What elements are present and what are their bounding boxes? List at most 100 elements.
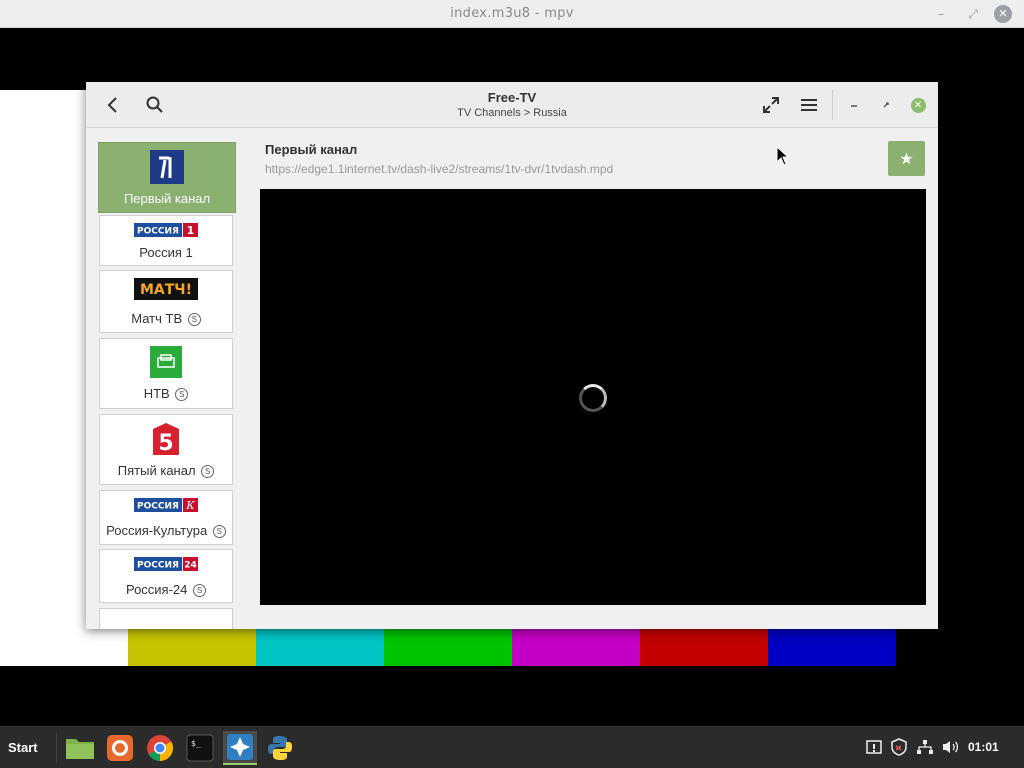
channel-item-rossiya-1[interactable]: РОССИЯ 1 Россия 1 [99,215,233,266]
subscription-badge: S [201,465,215,478]
breadcrumb: TV Channels > Russia [457,107,567,119]
start-button[interactable]: Start [8,740,38,755]
svg-text:1: 1 [187,224,195,237]
pyatyi-kanal-logo-icon: 5 [153,423,179,455]
files-icon [66,739,94,759]
mpv-minimize-button[interactable]: – [932,5,950,23]
close-icon: ✕ [910,97,926,113]
stream-url: https://edge1.1internet.tv/dash-live2/st… [265,162,614,176]
subscription-badge: S [193,584,207,597]
volume-icon[interactable] [942,739,960,755]
fullscreen-icon [763,97,779,113]
notification-icon[interactable] [866,739,882,755]
app-header: Free-TV TV Channels > Russia ✕ [86,82,938,128]
svg-text:РОССИЯ: РОССИЯ [137,561,179,571]
pervyi-kanal-logo-icon [150,150,184,184]
taskbar-separator [56,733,57,763]
test-pattern-bar [128,628,256,666]
channel-item-match-tv[interactable]: МАТЧ! Матч ТВ S [99,270,233,333]
minimize-icon [851,105,857,107]
taskbar-files[interactable] [63,731,97,765]
favorite-button[interactable]: ★ [888,141,925,176]
channel-label: Первый канал [123,191,211,206]
channel-label: Россия-24 [125,582,188,597]
svg-text:РОССИЯ: РОССИЯ [137,227,179,237]
channel-label: НТВ [143,386,170,401]
channel-item-rossiya-kultura[interactable]: РОССИЯ К Россия-Культура S [99,490,233,545]
channel-item-pyatyi[interactable]: 5 Пятый канал S [99,414,233,485]
ntv-logo-icon [150,346,182,378]
test-pattern-bar [640,628,768,666]
firefox-icon [107,735,133,761]
channel-label-wrap: Матч ТВ S [100,311,232,326]
search-icon [146,96,163,113]
svg-text:МАТЧ!: МАТЧ! [140,282,192,298]
shield-icon[interactable] [891,738,907,756]
network-icon[interactable] [916,739,934,755]
menu-button[interactable] [797,93,821,117]
svg-text:5: 5 [158,431,173,455]
channel-label-wrap: Россия-Культура S [100,523,232,538]
test-pattern-bar [768,628,896,666]
test-pattern-bars [128,628,896,666]
close-button[interactable]: ✕ [906,93,930,117]
channel-label-wrap: НТВ S [100,386,232,401]
taskbar: Start $_ 01:01 [0,726,1024,768]
mpv-restore-button[interactable]: ⤢ [964,5,982,23]
taskbar-chrome[interactable] [143,731,177,765]
subscription-badge: S [187,313,201,326]
mpv-close-button[interactable]: ✕ [994,5,1012,23]
channel-item-partial[interactable] [99,608,233,629]
svg-text:24: 24 [184,561,197,571]
channel-label-wrap: Пятый канал S [100,463,232,478]
rossiya-24-logo-icon: РОССИЯ 24 [134,557,198,571]
svg-text:РОССИЯ: РОССИЯ [137,502,179,512]
app-title: Free-TV [487,90,537,105]
mpv-window-title: index.m3u8 - mpv [450,6,574,21]
back-icon [107,97,117,113]
terminal-icon: $_ [186,734,214,762]
channel-item-ntv[interactable]: НТВ S [99,338,233,409]
loading-spinner-icon [579,384,607,412]
taskbar-terminal[interactable]: $_ [183,731,217,765]
channel-title: Первый канал [265,142,358,157]
channel-label: Россия-Культура [106,523,208,538]
channel-item-rossiya-24[interactable]: РОССИЯ 24 Россия-24 S [99,549,233,603]
channel-label-wrap: Россия-24 S [100,582,232,597]
chrome-icon [147,735,174,762]
rossiya-1-logo-icon: РОССИЯ 1 [134,223,198,237]
mouse-cursor-icon [776,146,790,166]
taskbar-python[interactable] [263,731,297,765]
search-button[interactable] [143,93,167,117]
svg-text:$_: $_ [191,739,201,748]
taskbar-free-tv[interactable] [223,731,257,765]
free-tv-icon [227,734,253,760]
subscription-badge: S [175,388,189,401]
test-pattern-bar [384,628,512,666]
test-pattern-bar [256,628,384,666]
video-player[interactable] [260,189,926,605]
restore-icon [883,102,889,108]
back-button[interactable] [101,93,125,117]
menu-icon [801,99,817,111]
header-separator [832,90,833,120]
channel-label: Матч ТВ [131,311,183,326]
rossiya-kultura-logo-icon: РОССИЯ К [134,498,198,512]
channel-label: Пятый канал [117,463,196,478]
fullscreen-button[interactable] [759,93,783,117]
channel-label: Россия 1 [139,245,193,260]
test-pattern-bar [512,628,640,666]
match-tv-logo-icon: МАТЧ! [134,278,198,300]
restore-button[interactable] [874,93,898,117]
clock[interactable]: 01:01 [968,740,999,754]
free-tv-window: Free-TV TV Channels > Russia ✕ Первый ка… [86,82,938,629]
python-icon [268,736,292,760]
star-icon: ★ [899,149,914,168]
mpv-titlebar: index.m3u8 - mpv – ⤢ ✕ [0,0,1024,28]
channel-item-pervyi[interactable]: Первый канал [98,142,236,213]
channel-sidebar[interactable]: Первый канал РОССИЯ 1 Россия 1 МАТЧ! Мат… [86,129,252,629]
subscription-badge: S [212,525,226,538]
minimize-button[interactable] [842,93,866,117]
taskbar-firefox[interactable] [103,731,137,765]
svg-text:К: К [185,499,195,512]
